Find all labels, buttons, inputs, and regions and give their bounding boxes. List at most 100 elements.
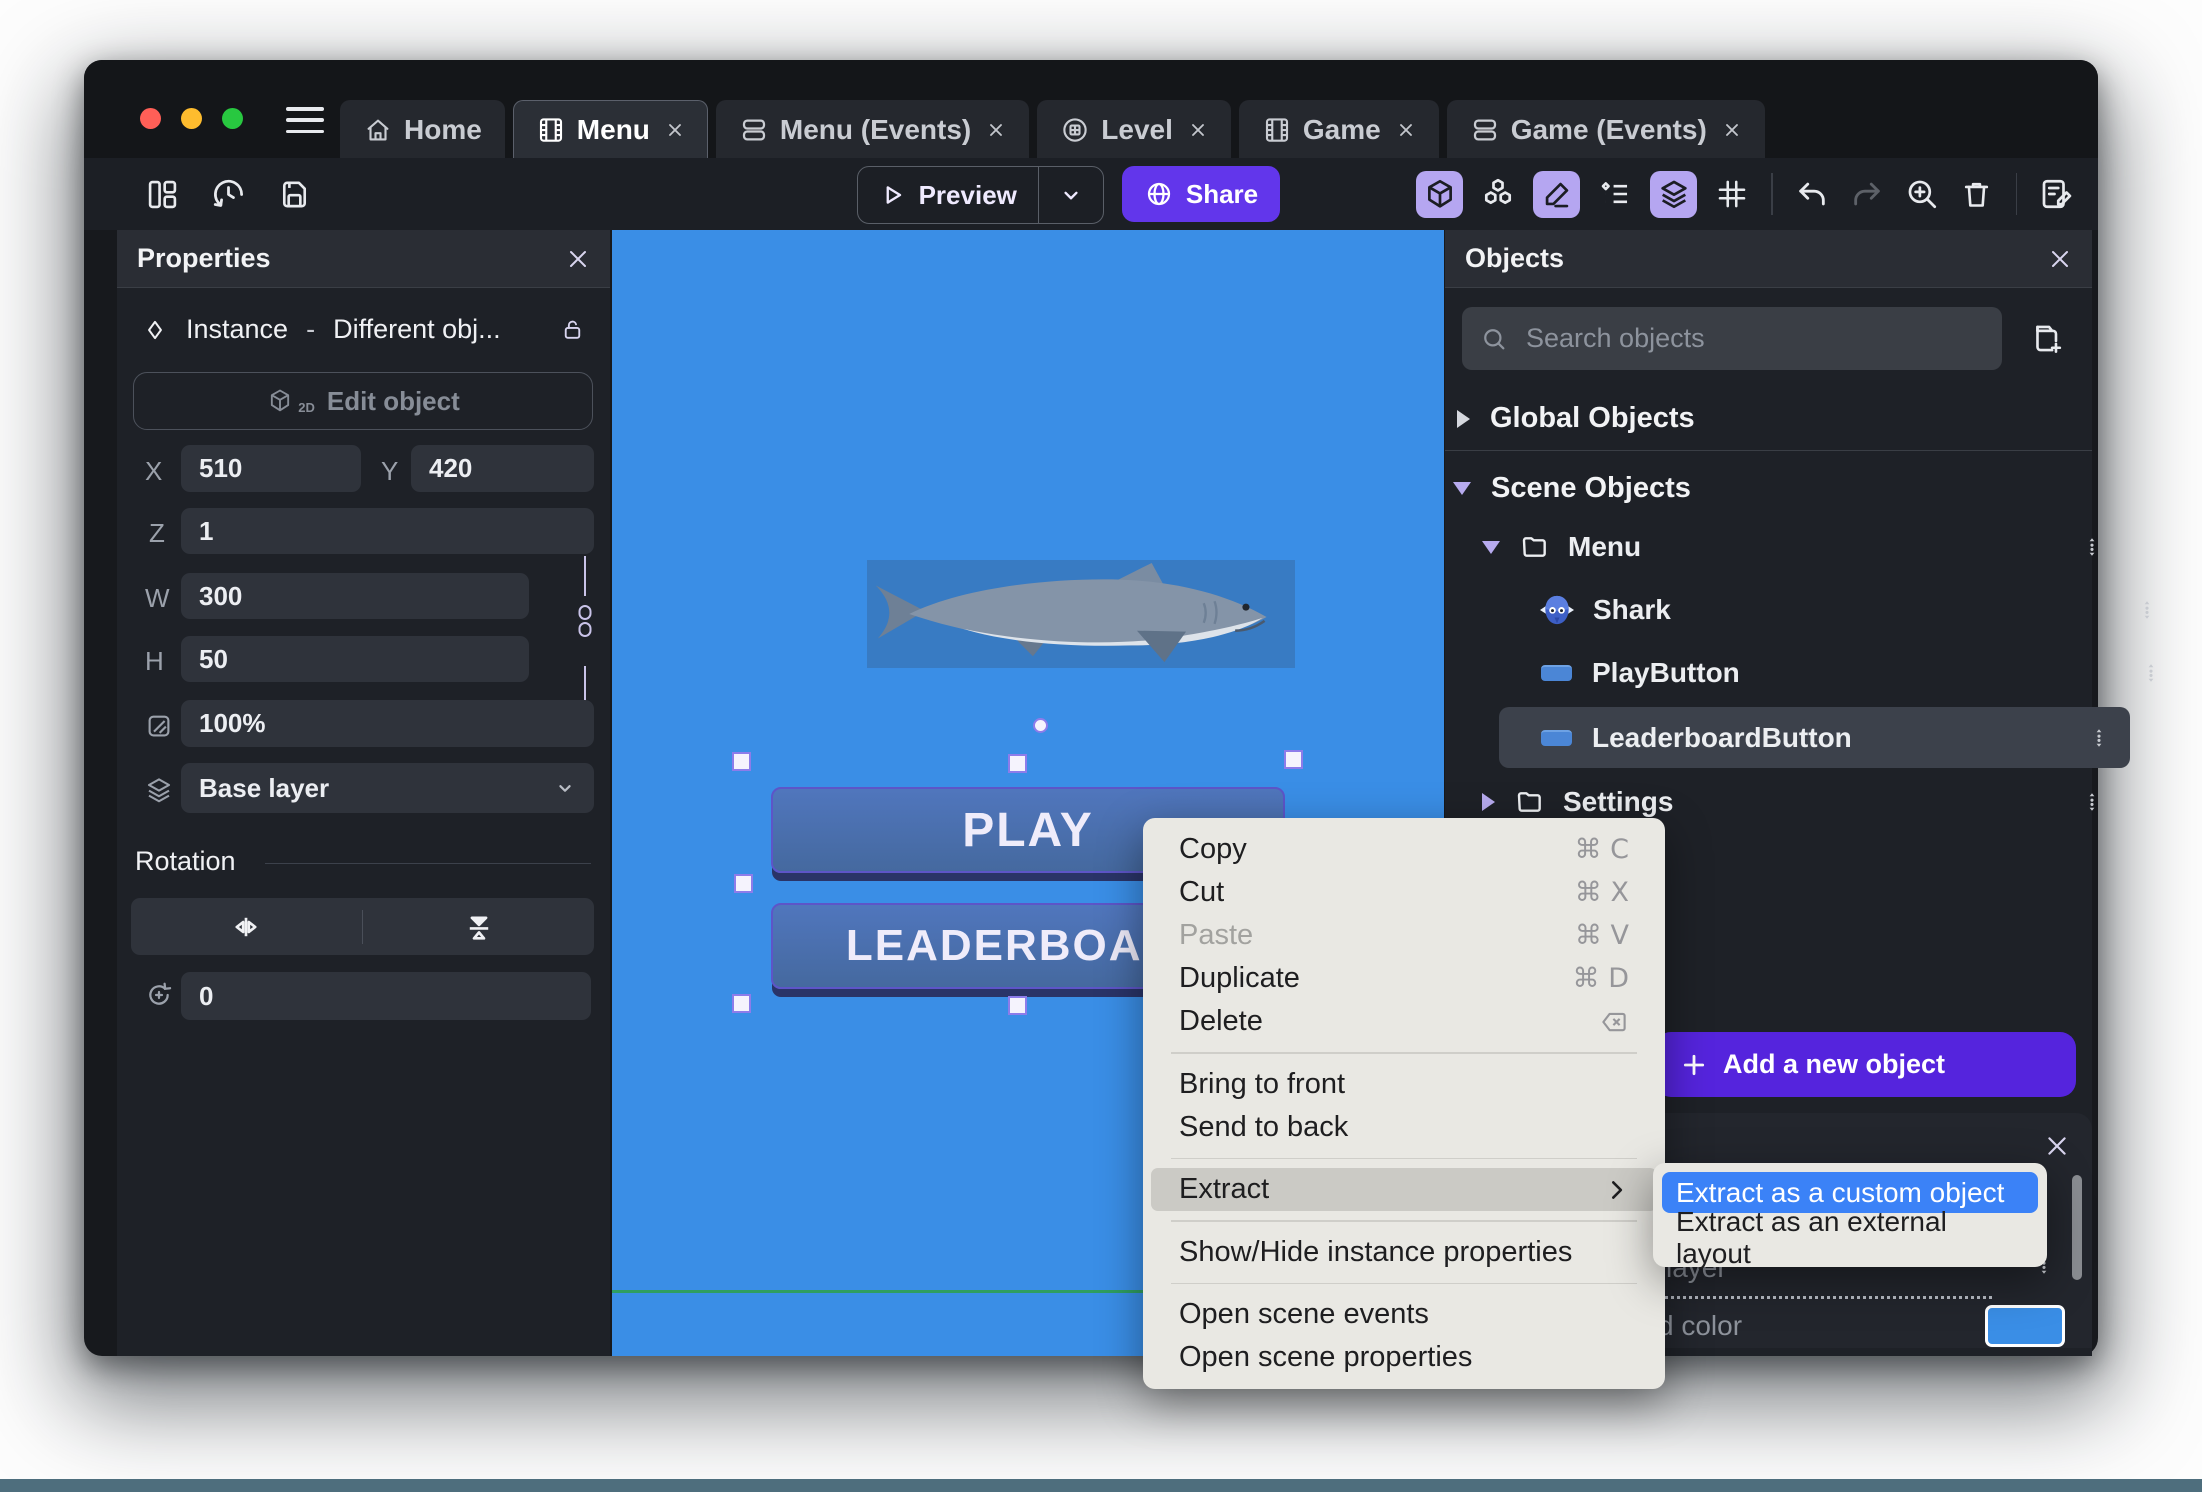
window-zoom-button[interactable] bbox=[222, 108, 243, 129]
flip-horizontal-button[interactable] bbox=[131, 910, 362, 944]
menu-item-label: Paste bbox=[1179, 919, 1254, 951]
tab-game[interactable]: Game bbox=[1238, 100, 1439, 158]
objects-panel-header: Objects bbox=[1445, 230, 2092, 288]
close-icon[interactable] bbox=[1396, 120, 1416, 140]
tab-home[interactable]: Home bbox=[340, 100, 505, 158]
rotation-handle[interactable] bbox=[1033, 718, 1048, 733]
tree-item-leaderboardbutton[interactable]: LeaderboardButton bbox=[1499, 707, 2130, 768]
link-width-height-toggle[interactable] bbox=[565, 556, 605, 706]
selection-handle-top-left[interactable] bbox=[732, 752, 751, 771]
selection-handle-top-right[interactable] bbox=[1284, 750, 1303, 769]
tab-menu-events[interactable]: Menu (Events) bbox=[715, 100, 1030, 158]
zoom-in-icon[interactable] bbox=[1902, 174, 1942, 214]
kebab-menu-icon[interactable] bbox=[2081, 532, 2103, 562]
menu-item-label: Cut bbox=[1179, 876, 1225, 908]
w-field[interactable] bbox=[181, 573, 529, 619]
x-field[interactable] bbox=[181, 445, 361, 492]
preview-button[interactable]: Preview bbox=[857, 166, 1104, 224]
kebab-menu-icon[interactable] bbox=[2081, 787, 2103, 817]
background-color-swatch[interactable] bbox=[1985, 1305, 2065, 1347]
edit-object-button[interactable]: 2D Edit object bbox=[133, 372, 593, 430]
global-objects-section[interactable]: Global Objects bbox=[1445, 402, 2104, 435]
scrollbar-thumb[interactable] bbox=[2072, 1175, 2082, 1280]
close-icon[interactable] bbox=[2044, 1133, 2070, 1159]
context-menu-item-open-scene-events[interactable]: Open scene events bbox=[1151, 1293, 1657, 1336]
scene-objects-section[interactable]: Scene Objects bbox=[1445, 472, 2100, 505]
edit-mode-icon[interactable] bbox=[1533, 170, 1580, 218]
selection-handle-bottom-left[interactable] bbox=[732, 994, 751, 1013]
panels-layout-icon[interactable] bbox=[142, 174, 182, 214]
layer-select[interactable]: Base layer bbox=[181, 763, 594, 813]
unlock-icon[interactable] bbox=[560, 317, 585, 342]
submenu-item-extract-external-layout[interactable]: Extract as an external layout bbox=[1662, 1206, 2038, 1269]
toggle-3d-view-icon[interactable] bbox=[1416, 170, 1463, 218]
version-history-icon[interactable] bbox=[208, 174, 248, 214]
tree-item-label: PlayButton bbox=[1592, 657, 1740, 688]
window-minimize-button[interactable] bbox=[181, 108, 202, 129]
close-icon[interactable] bbox=[1188, 120, 1208, 140]
tab-menu[interactable]: Menu bbox=[512, 100, 708, 158]
window-close-button[interactable] bbox=[140, 108, 161, 129]
grid-icon[interactable] bbox=[1712, 174, 1752, 214]
close-icon[interactable] bbox=[986, 120, 1006, 140]
add-folder-icon[interactable] bbox=[2029, 320, 2066, 357]
layers-panel-icon[interactable] bbox=[1650, 170, 1697, 218]
kebab-menu-icon[interactable] bbox=[2140, 658, 2162, 688]
add-new-object-button[interactable]: Add a new object bbox=[1655, 1032, 2076, 1097]
close-icon[interactable] bbox=[665, 120, 685, 140]
h-field[interactable] bbox=[181, 636, 529, 682]
selection-handle-bottom-center[interactable] bbox=[1008, 996, 1027, 1015]
objects-list-icon[interactable] bbox=[1478, 174, 1518, 214]
tree-item-playbutton[interactable]: PlayButton bbox=[1445, 646, 2188, 700]
context-menu-item-extract[interactable]: Extract bbox=[1151, 1168, 1657, 1211]
context-menu-item-paste[interactable]: Paste ⌘ V bbox=[1151, 914, 1657, 957]
scene-notes-icon[interactable] bbox=[2036, 174, 2076, 214]
undo-icon[interactable] bbox=[1792, 174, 1832, 214]
separator: - bbox=[306, 314, 316, 344]
main-menu-icon[interactable] bbox=[286, 107, 324, 133]
preview-options-button[interactable] bbox=[1039, 182, 1103, 208]
flip-vertical-button[interactable] bbox=[363, 910, 594, 944]
context-menu-item-send-to-back[interactable]: Send to back bbox=[1151, 1106, 1657, 1149]
context-menu-item-delete[interactable]: Delete bbox=[1151, 1000, 1657, 1043]
button-object-thumbnail bbox=[1541, 729, 1572, 746]
context-menu-item-copy[interactable]: Copy ⌘ C bbox=[1151, 828, 1657, 871]
context-menu-item-cut[interactable]: Cut ⌘ X bbox=[1151, 871, 1657, 914]
selection-handle-middle-left[interactable] bbox=[734, 874, 753, 893]
delete-key-icon bbox=[1599, 1007, 1629, 1037]
y-field[interactable] bbox=[411, 445, 594, 492]
save-icon[interactable] bbox=[274, 174, 314, 214]
context-menu-item-show-hide-instance-properties[interactable]: Show/Hide instance properties bbox=[1151, 1231, 1657, 1274]
tree-item-shark[interactable]: Shark bbox=[1445, 583, 2184, 637]
play-icon bbox=[879, 181, 907, 209]
menu-item-label: Copy bbox=[1179, 833, 1247, 865]
close-icon[interactable] bbox=[2048, 247, 2072, 271]
context-menu-item-bring-to-front[interactable]: Bring to front bbox=[1151, 1063, 1657, 1106]
kebab-menu-icon[interactable] bbox=[2088, 723, 2110, 753]
instance-properties-icon[interactable] bbox=[1595, 174, 1635, 214]
redo-icon[interactable] bbox=[1847, 174, 1887, 214]
tree-folder-menu[interactable]: Menu bbox=[1445, 520, 2129, 574]
properties-panel-header: Properties bbox=[117, 230, 610, 288]
tab-level[interactable]: Level bbox=[1037, 100, 1231, 158]
background-color-label-fragment: d color bbox=[1658, 1310, 1743, 1341]
object-search[interactable] bbox=[1462, 307, 2002, 370]
share-button[interactable]: Share bbox=[1122, 166, 1280, 222]
close-icon[interactable] bbox=[1722, 120, 1742, 140]
rotation-field[interactable] bbox=[181, 972, 591, 1020]
search-input[interactable] bbox=[1524, 322, 1984, 355]
shark-instance[interactable] bbox=[867, 560, 1295, 668]
context-menu-item-duplicate[interactable]: Duplicate ⌘ D bbox=[1151, 957, 1657, 1000]
selection-handle-top-center[interactable] bbox=[1008, 754, 1027, 773]
context-menu-item-open-scene-properties[interactable]: Open scene properties bbox=[1151, 1336, 1657, 1379]
tab-game-events[interactable]: Game (Events) bbox=[1446, 100, 1765, 158]
opacity-field[interactable] bbox=[181, 700, 594, 747]
z-field[interactable] bbox=[181, 508, 594, 554]
kebab-menu-icon[interactable] bbox=[2136, 595, 2158, 625]
folder-icon bbox=[1518, 531, 1550, 563]
trash-icon[interactable] bbox=[1957, 174, 1997, 214]
close-icon[interactable] bbox=[566, 247, 590, 271]
rotation-icon bbox=[139, 975, 179, 1015]
caret-down-icon bbox=[1482, 540, 1500, 554]
shark-object-thumbnail bbox=[1537, 590, 1577, 630]
